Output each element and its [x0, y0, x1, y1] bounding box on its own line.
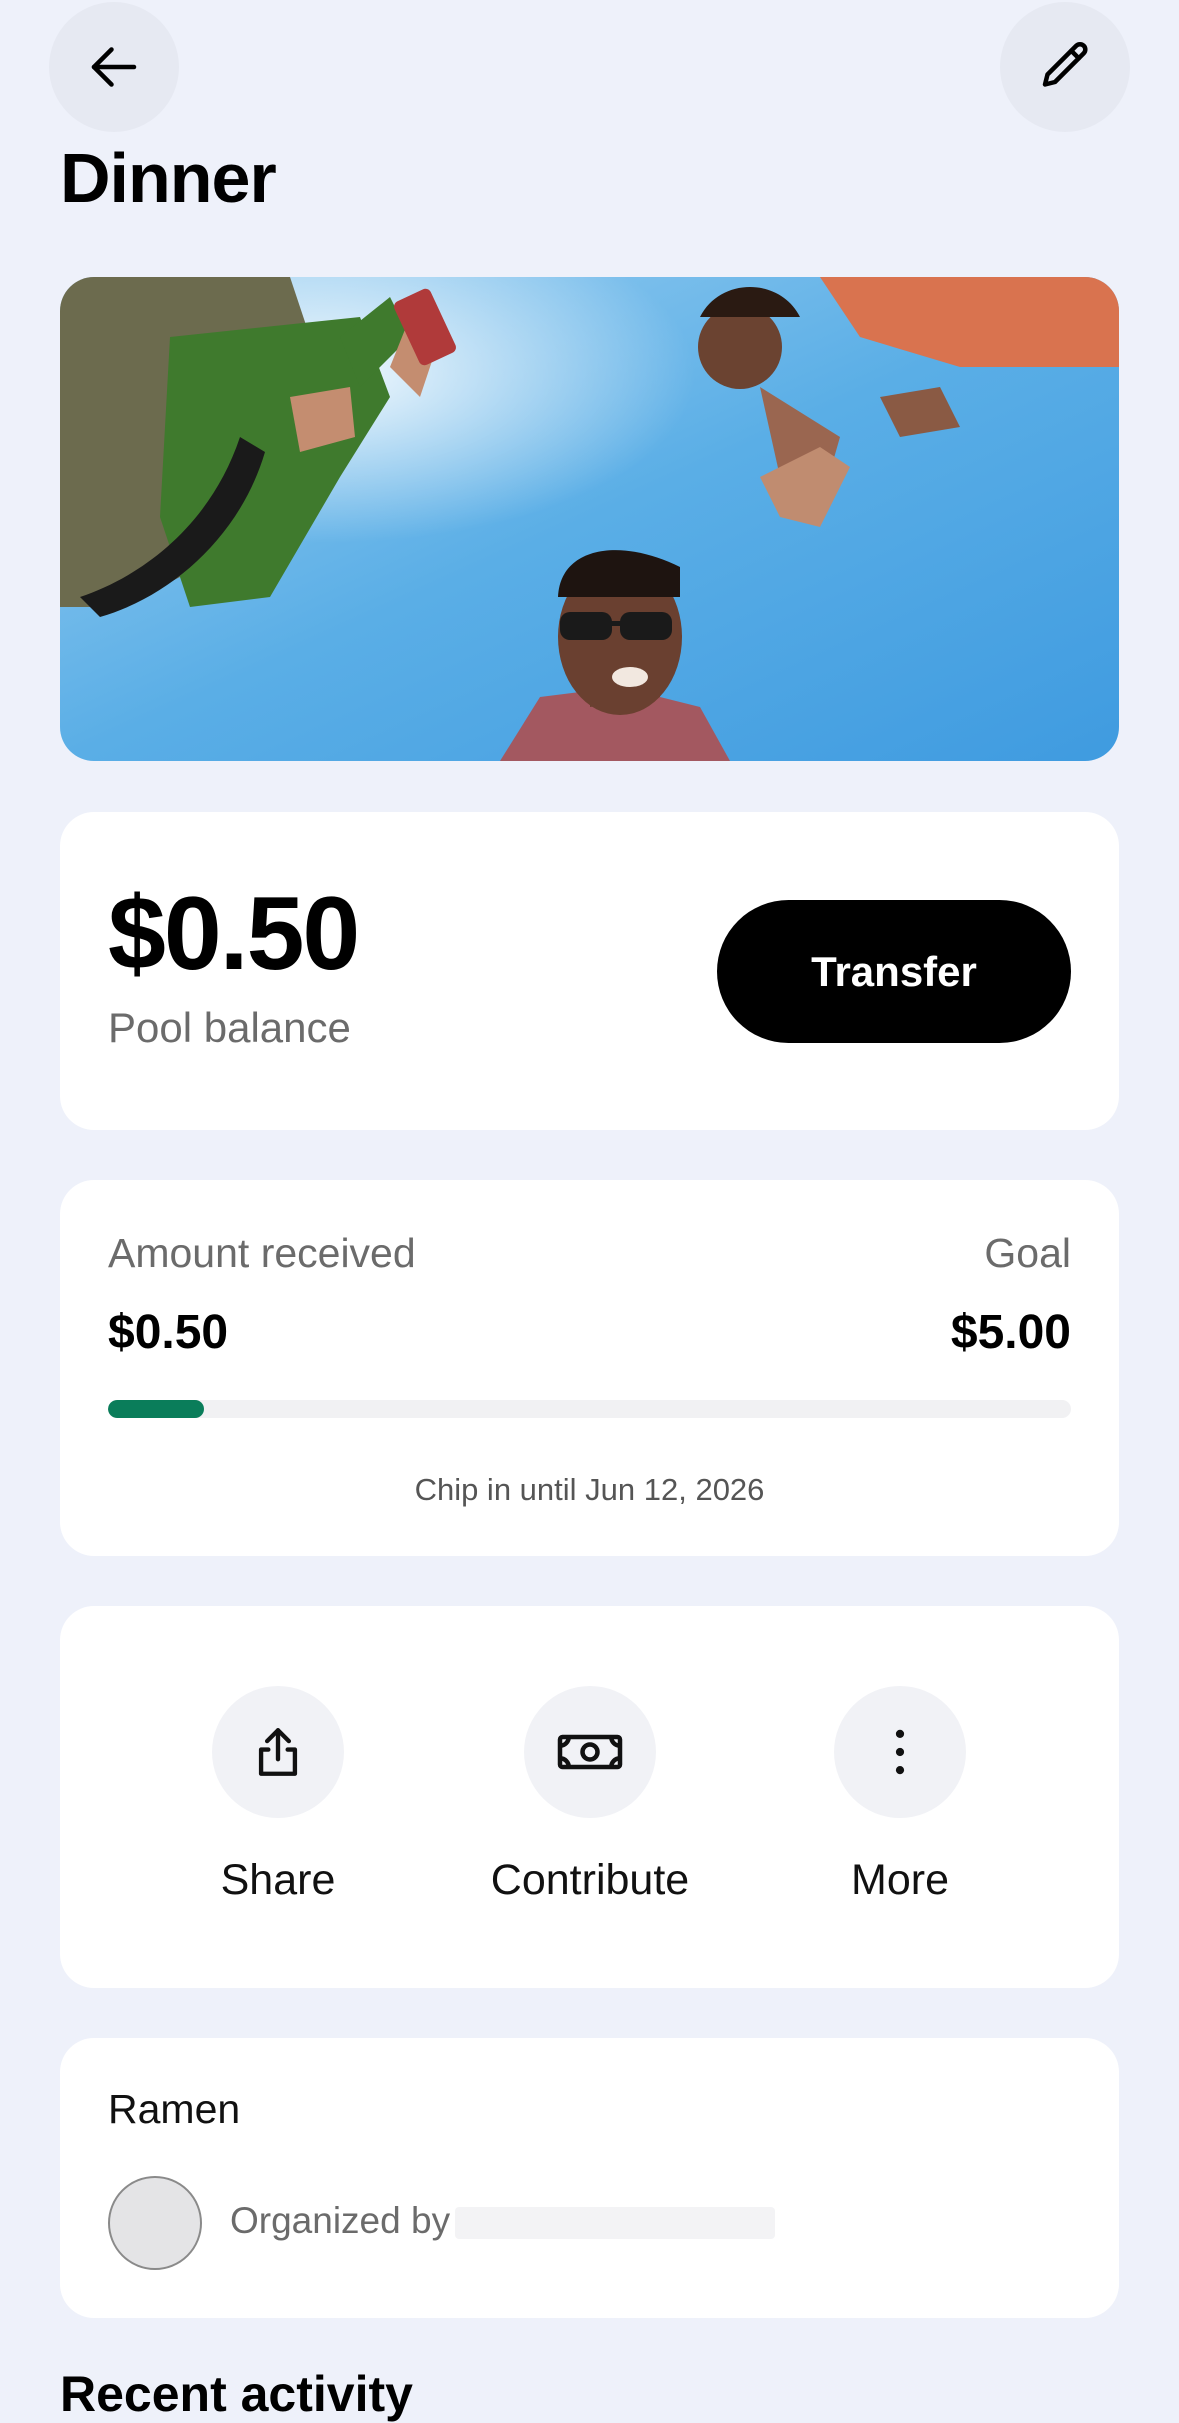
amount-received-value: $0.50 — [108, 1306, 229, 1359]
contribute-action[interactable]: Contribute — [460, 1686, 720, 1905]
organizer-name-redacted — [455, 2207, 775, 2239]
organizer-card[interactable]: Ramen Organized by — [60, 2038, 1119, 2318]
pool-cover-image — [60, 277, 1119, 761]
goal-value: $5.00 — [950, 1306, 1071, 1359]
edit-button[interactable] — [1000, 2, 1130, 132]
share-button[interactable] — [212, 1686, 344, 1818]
organized-by-label: Organized by — [230, 2200, 451, 2241]
more-action[interactable]: More — [770, 1686, 1030, 1905]
cash-icon — [557, 1734, 623, 1770]
contribute-button[interactable] — [524, 1686, 656, 1818]
balance-card: $0.50 Pool balance Transfer — [60, 812, 1119, 1130]
pool-balance-amount: $0.50 — [108, 876, 360, 992]
avatar — [108, 2176, 202, 2270]
group-photo-image — [60, 277, 1119, 761]
pencil-icon — [1042, 41, 1088, 87]
goal-card: Amount received Goal $0.50 $5.00 Chip in… — [60, 1180, 1119, 1556]
more-vertical-icon — [895, 1729, 905, 1775]
more-label: More — [851, 1856, 949, 1904]
arrow-left-icon — [91, 47, 137, 87]
pool-name: Ramen — [108, 2086, 241, 2132]
share-action[interactable]: Share — [148, 1686, 408, 1905]
pool-balance-label: Pool balance — [108, 1004, 351, 1051]
goal-deadline: Chip in until Jun 12, 2026 — [414, 1472, 765, 1507]
actions-card: Share Contribute More — [60, 1606, 1119, 1988]
page-title: Dinner — [60, 139, 277, 217]
goal-label: Goal — [984, 1230, 1071, 1276]
amount-received-label: Amount received — [108, 1230, 416, 1276]
more-button[interactable] — [834, 1686, 966, 1818]
recent-activity-heading: Recent activity — [60, 2366, 413, 2422]
goal-progress-fill — [108, 1400, 205, 1418]
goal-progress-bar — [108, 1400, 1071, 1418]
share-label: Share — [220, 1856, 336, 1904]
back-button[interactable] — [49, 2, 179, 132]
transfer-button[interactable]: Transfer — [717, 900, 1071, 1043]
share-icon — [258, 1728, 298, 1776]
contribute-label: Contribute — [490, 1856, 690, 1904]
